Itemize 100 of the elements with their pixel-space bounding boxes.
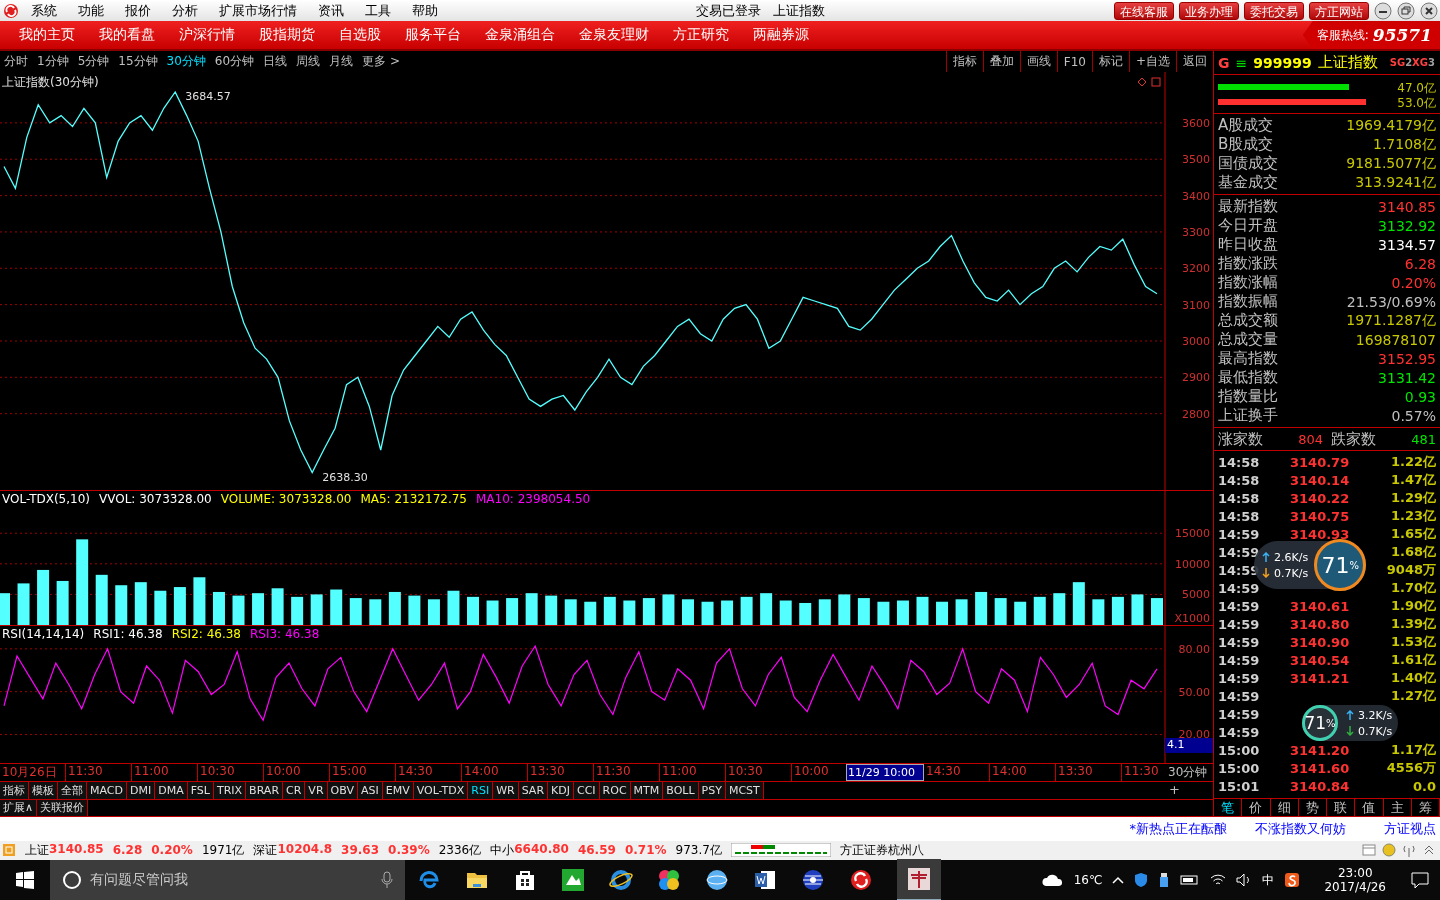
sogou-icon[interactable] — [1284, 872, 1301, 888]
menu-icon[interactable]: ≡ — [1235, 54, 1248, 71]
indicator-tab[interactable]: MTM — [630, 782, 664, 799]
indicator-tab[interactable]: ASI — [357, 782, 383, 799]
start-icon[interactable] — [16, 871, 34, 889]
menu-item[interactable]: 扩展市场行情 — [219, 1, 297, 20]
usb-icon[interactable] — [1158, 872, 1171, 888]
indicator-tab[interactable]: BOLL — [663, 782, 699, 799]
indicator-tab[interactable]: KDJ — [548, 782, 574, 799]
tool-button[interactable]: 指标 — [945, 51, 983, 72]
toolbar-button[interactable]: 业务办理 — [1179, 1, 1239, 20]
news-link[interactable]: 不涨指数又何妨 — [1255, 819, 1346, 838]
chevron-up-icon[interactable] — [1112, 876, 1125, 884]
period-tab[interactable]: 周线 — [296, 53, 321, 70]
tool-button[interactable]: F10 — [1056, 51, 1092, 72]
search-field[interactable]: 有问题尽管问我 — [50, 860, 405, 900]
wifi-icon[interactable] — [1210, 873, 1227, 887]
period-tab[interactable]: 日线 — [263, 53, 288, 70]
clock-date[interactable]: 2017/4/26 — [1324, 880, 1386, 894]
nav-item[interactable]: 我的看盘 — [99, 26, 155, 44]
landscape-app-icon[interactable] — [561, 868, 585, 892]
menu-item[interactable]: 工具 — [365, 1, 391, 20]
menu-item[interactable]: 系统 — [31, 1, 57, 20]
coin-icon[interactable] — [1382, 843, 1396, 858]
shield-icon[interactable] — [1134, 872, 1149, 888]
tool-button[interactable]: 画线 — [1019, 51, 1057, 72]
menu-item[interactable]: 功能 — [78, 1, 104, 20]
square-icon[interactable] — [1151, 77, 1161, 87]
nav-item[interactable]: 金泉涌组合 — [485, 26, 555, 44]
nav-item[interactable]: 沪深行情 — [179, 26, 235, 44]
store-icon[interactable] — [513, 868, 537, 892]
minimize-icon[interactable] — [1374, 1, 1392, 20]
period-tab[interactable]: 月线 — [329, 53, 354, 70]
tick-amount: 1.68亿 — [1390, 543, 1436, 561]
indicator-tab[interactable]: CCI — [574, 782, 600, 799]
restore-icon[interactable] — [1397, 1, 1415, 20]
toolbar-button[interactable]: 在线客服 — [1114, 1, 1174, 20]
period-tab[interactable]: 分时 — [4, 53, 28, 70]
period-tab[interactable]: 5分钟 — [77, 53, 110, 70]
internet-explorer-icon[interactable] — [609, 868, 633, 892]
period-tab[interactable]: 更多 > — [362, 53, 400, 70]
period-tab[interactable]: 30分钟 — [166, 53, 206, 70]
close-icon[interactable] — [1420, 1, 1438, 20]
nav-item[interactable]: 自选股 — [339, 26, 381, 44]
indicator-tab[interactable]: TRIX — [213, 782, 247, 799]
pinwheel-icon[interactable] — [657, 868, 681, 892]
indicator-tab[interactable]: WR — [493, 782, 519, 799]
indicator-tab[interactable]: BRAR — [246, 782, 284, 799]
nav-item[interactable]: 方正研究 — [673, 26, 729, 44]
indicator-tab[interactable]: VOL-TDX — [413, 782, 469, 799]
tool-button[interactable]: 标记 — [1091, 51, 1129, 72]
globe-icon[interactable] — [705, 868, 729, 892]
nav-item[interactable]: 两融券源 — [753, 26, 809, 44]
tool-button[interactable]: 叠加 — [982, 51, 1020, 72]
indicator-tab[interactable]: EMV — [382, 782, 414, 799]
input-method-indicator[interactable]: 中 — [1262, 871, 1275, 889]
indicator-tab[interactable]: VR — [305, 782, 328, 799]
microphone-icon[interactable] — [381, 871, 393, 889]
indicator-tab[interactable]: FSL — [187, 782, 214, 799]
toolbar-button[interactable]: 方正网站 — [1309, 1, 1369, 20]
tool-button[interactable]: 返回 — [1176, 51, 1213, 72]
notification-icon[interactable] — [1410, 871, 1430, 889]
indicator-tab[interactable]: RSI — [468, 782, 494, 799]
period-tab[interactable]: 1分钟 — [37, 53, 69, 70]
menu-item[interactable]: 报价 — [125, 1, 151, 20]
menu-item[interactable]: 帮助 — [412, 1, 438, 20]
nav-item[interactable]: 我的主页 — [19, 26, 75, 44]
indicator-tab[interactable]: OBV — [327, 782, 358, 799]
indicator-tab[interactable]: CR — [283, 782, 306, 799]
battery-icon[interactable] — [1180, 874, 1201, 886]
indicator-tab[interactable]: DMA — [155, 782, 188, 799]
menu-item[interactable]: 分析 — [172, 1, 198, 20]
antenna-icon[interactable] — [1402, 843, 1416, 858]
indicator-tab[interactable]: DMI — [127, 782, 156, 799]
menu-item[interactable]: 资讯 — [318, 1, 344, 20]
news-link[interactable]: 方证视点 — [1384, 819, 1436, 838]
swirl-icon[interactable] — [849, 868, 873, 892]
tool-button[interactable]: +自选 — [1128, 51, 1176, 72]
word-icon[interactable] — [753, 868, 777, 892]
diamond-icon[interactable] — [1137, 77, 1147, 87]
indicator-tab[interactable]: 全部 — [58, 782, 87, 799]
toolbar-button[interactable]: 委托交易 — [1244, 1, 1304, 20]
indicator-tab[interactable]: PSY — [698, 782, 726, 799]
disc-icon[interactable] — [801, 868, 825, 892]
indicator-tab[interactable]: MCST — [725, 782, 764, 799]
indicator-tab[interactable]: SAR — [518, 782, 549, 799]
indicator-tab[interactable]: 模板 — [29, 782, 58, 799]
add-button[interactable]: + — [1165, 782, 1180, 799]
clock-time[interactable]: 23:00 — [1337, 866, 1373, 880]
nav-item[interactable]: 服务平台 — [405, 26, 461, 44]
indicator-tab[interactable]: 指标 — [0, 782, 29, 799]
news-link[interactable]: *新热点正在酝酿 — [1129, 819, 1227, 838]
nav-item[interactable]: 金泉友理财 — [579, 26, 649, 44]
network-speed-widget[interactable]: 71% 3.2K/s 0.7K/s — [1302, 705, 1399, 741]
active-app-button[interactable] — [897, 859, 941, 900]
indicator-tab[interactable]: MACD — [87, 782, 127, 799]
indicator-tab[interactable]: ROC — [599, 782, 631, 799]
period-tab[interactable]: 15分钟 — [118, 53, 158, 70]
period-tab[interactable]: 60分钟 — [214, 53, 255, 70]
nav-item[interactable]: 股指期货 — [259, 26, 315, 44]
